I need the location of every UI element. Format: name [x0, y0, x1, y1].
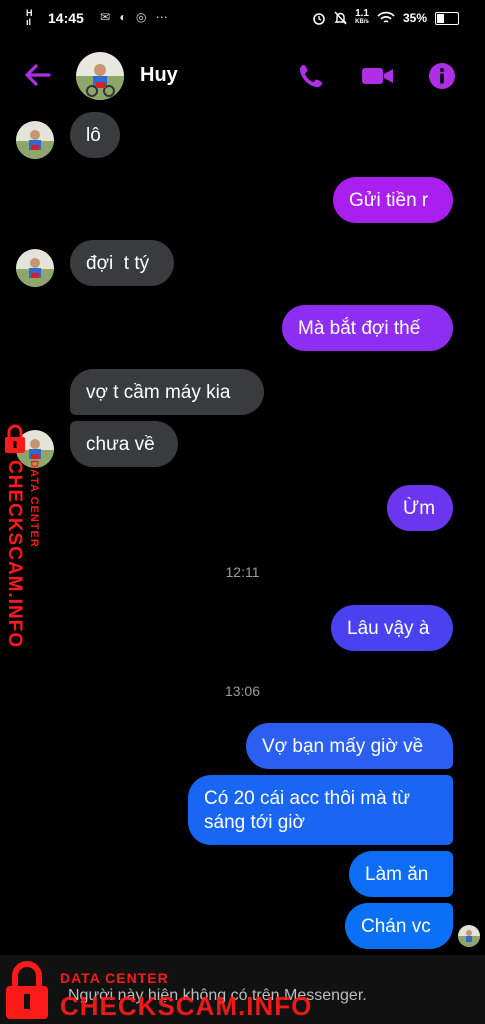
battery-icon — [435, 11, 459, 25]
video-camera-icon[interactable] — [361, 61, 395, 91]
battery-percent: 35% — [402, 11, 427, 25]
message-bubble-incoming[interactable]: chưa về — [70, 421, 178, 467]
contact-avatar[interactable] — [76, 52, 124, 100]
status-time: 14:45 — [48, 10, 84, 26]
message-bubble-outgoing[interactable]: Mà bắt đợi thế — [282, 305, 453, 351]
message-bubble-outgoing[interactable]: Làm ăn — [349, 851, 453, 897]
alarm-icon — [313, 13, 325, 25]
status-right: 1.1 KB/s 35% — [312, 8, 459, 26]
sender-avatar[interactable] — [16, 249, 54, 287]
seen-avatar — [458, 925, 480, 947]
lock-icon — [6, 961, 48, 1019]
notification-icons: ✉ ◐ ◎ ⋯ — [100, 10, 171, 24]
message-bubble-outgoing[interactable]: Lâu vậy à — [331, 605, 453, 651]
timestamp: 12:11 — [225, 564, 260, 580]
sender-avatar[interactable] — [16, 121, 54, 159]
unavailable-footer: Người này hiện không có trên Messenger. … — [0, 955, 485, 1024]
message-bubble-outgoing[interactable]: Chán vc — [345, 903, 453, 949]
watermark-label: DATA CENTER — [28, 460, 40, 548]
phone-icon[interactable] — [296, 61, 326, 91]
message-bubble-outgoing[interactable]: Ừm — [387, 485, 453, 531]
network-indicator: Hıl — [26, 8, 33, 27]
watermark-brand: CHECKSCAM.INFO — [4, 460, 25, 649]
timestamp: 13:06 — [224, 683, 261, 699]
info-icon[interactable] — [427, 61, 457, 91]
message-bubble-outgoing[interactable]: Có 20 cái acc thôi mà từ sáng tới giờ — [188, 775, 453, 845]
contact-name[interactable]: Huy — [140, 64, 178, 87]
net-speed: 1.1 — [355, 8, 369, 19]
back-arrow-icon[interactable] — [22, 60, 52, 90]
message-bubble-outgoing[interactable]: Gửi tiền r — [333, 177, 453, 223]
watermark-side: DATA CENTER CHECKSCAM.INFO — [0, 420, 40, 660]
mute-icon — [334, 11, 347, 25]
net-speed-unit: KB/s — [355, 19, 369, 25]
message-bubble-incoming[interactable]: vợ t cầm máy kia — [70, 369, 264, 415]
wifi-icon — [377, 11, 395, 23]
message-bubble-outgoing[interactable]: Vợ bạn mấy giờ về — [246, 723, 453, 769]
message-bubble-incoming[interactable]: đợi t tý — [70, 240, 174, 286]
watermark-brand: CHECKSCAM.INFO — [60, 991, 313, 1021]
watermark-label: DATA CENTER — [60, 970, 169, 986]
lock-icon — [5, 424, 25, 453]
status-bar: Hıl 14:45 ✉ ◐ ◎ ⋯ 1.1 KB/s 35% — [0, 0, 485, 40]
chat-header: Huy — [0, 44, 485, 108]
message-bubble-incoming[interactable]: lô — [70, 112, 120, 158]
